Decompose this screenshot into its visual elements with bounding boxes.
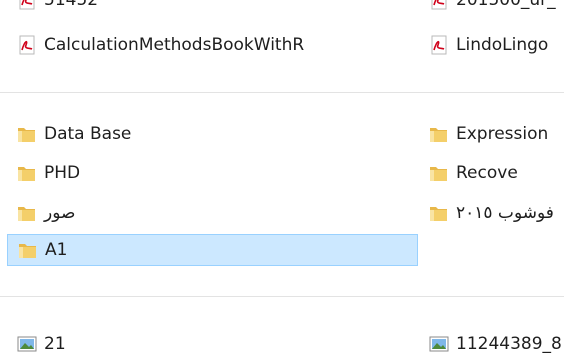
image-file-icon <box>426 332 452 356</box>
folder-name: Data Base <box>44 124 132 144</box>
folder-item[interactable]: Expression <box>426 122 548 146</box>
folder-name: Recove <box>456 163 518 183</box>
pdf-icon <box>14 33 40 57</box>
image-file-item[interactable]: 21 <box>14 332 66 356</box>
folder-icon <box>14 122 40 146</box>
folder-icon <box>14 161 40 185</box>
folder-name: PHD <box>44 163 81 183</box>
pdf-file-item[interactable]: 201500_ur_ <box>426 0 556 12</box>
folder-item-selected[interactable]: A1 <box>7 234 418 266</box>
folder-icon <box>14 201 40 225</box>
pdf-icon <box>14 0 40 12</box>
folder-name: صور <box>44 203 76 223</box>
folder-icon <box>426 122 452 146</box>
pdf-file-item[interactable]: LindoLingo <box>426 33 548 57</box>
folder-item[interactable]: صور <box>14 201 75 225</box>
folder-item[interactable]: فوشوب ٢٠١٥ <box>426 201 554 225</box>
file-name: 201500_ur_ <box>456 0 556 10</box>
pdf-icon <box>426 0 452 12</box>
folder-name: فوشوب ٢٠١٥ <box>456 203 554 223</box>
folder-item[interactable]: PHD <box>14 161 80 185</box>
folder-item[interactable]: Data Base <box>14 122 131 146</box>
image-file-icon <box>14 332 40 356</box>
section-divider <box>0 92 564 93</box>
file-name: LindoLingo <box>456 35 549 55</box>
pdf-icon <box>426 33 452 57</box>
file-name: 51452 <box>44 0 99 10</box>
pdf-file-item[interactable]: 51452 <box>14 0 98 12</box>
section-divider <box>0 296 564 297</box>
image-file-item[interactable]: 11244389_8 <box>426 332 562 356</box>
folder-icon <box>426 201 452 225</box>
folder-item[interactable]: Recove <box>426 161 518 185</box>
file-name: 11244389_8 <box>456 334 562 354</box>
folder-icon <box>426 161 452 185</box>
folder-name: A1 <box>45 240 68 260</box>
file-name: CalculationMethodsBookWithR <box>44 35 305 55</box>
pdf-file-item[interactable]: CalculationMethodsBookWithR <box>14 33 304 57</box>
folder-icon <box>15 238 41 262</box>
folder-name: Expression <box>456 124 549 144</box>
file-name: 21 <box>44 334 66 354</box>
